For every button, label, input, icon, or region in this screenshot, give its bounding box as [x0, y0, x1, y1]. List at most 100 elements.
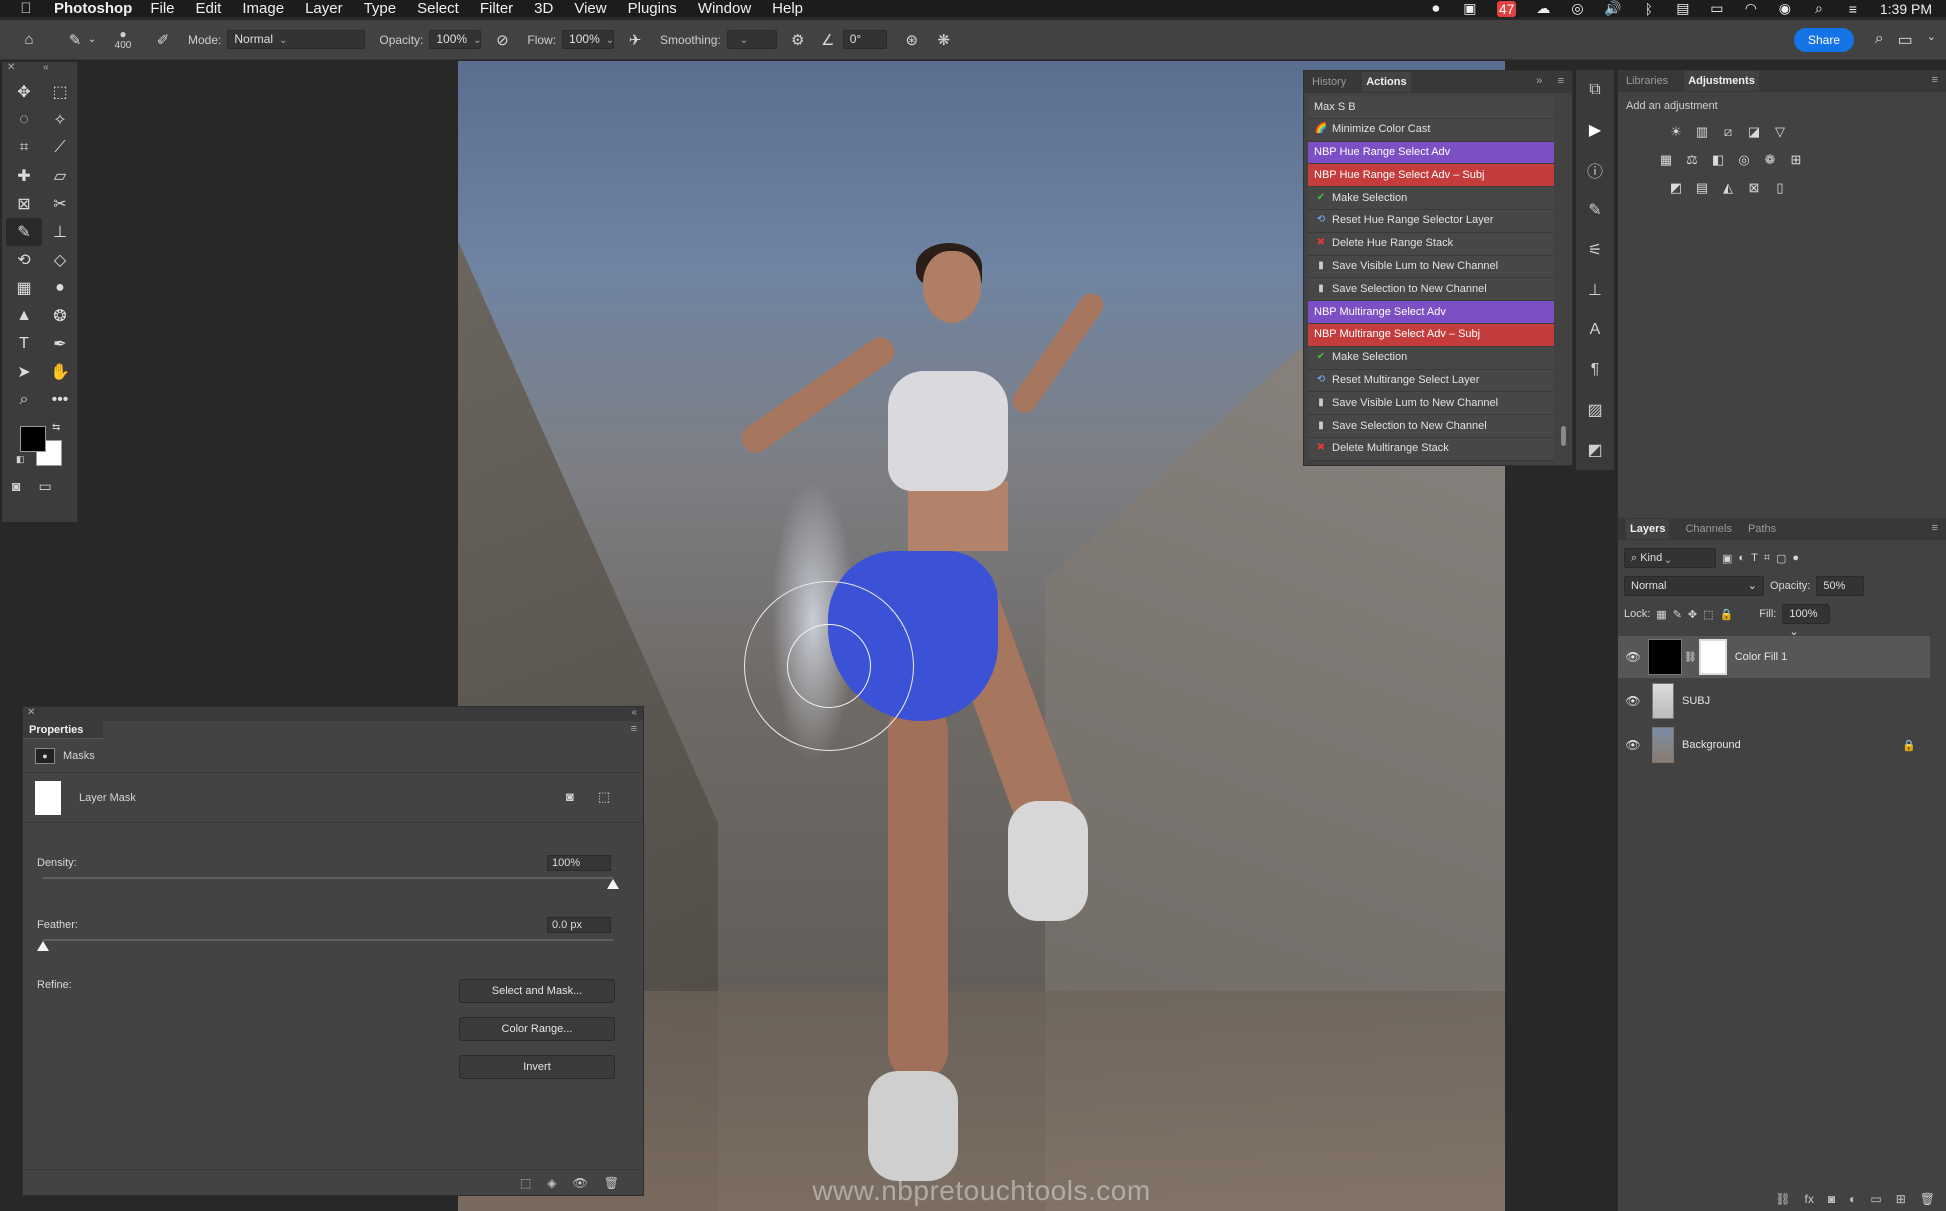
link-layers-icon[interactable]: ⛓ — [1775, 1192, 1790, 1206]
creative-cloud-icon[interactable]: 47 — [1496, 0, 1517, 17]
display-icon[interactable]: ▣ — [1463, 0, 1477, 17]
default-colors-icon[interactable]: ◧ — [16, 454, 25, 465]
channel-mixer-icon[interactable]: ❁ — [1760, 148, 1780, 172]
clone-stamp-icon[interactable]: ⊥ — [42, 218, 78, 246]
lasso-tool-icon[interactable]: ◌ — [6, 106, 42, 134]
action-item[interactable]: ▮ Save Selection to New Channel — [1308, 415, 1554, 438]
move-tool-icon[interactable]: ✥ — [6, 78, 42, 106]
record-icon[interactable]: ⏺ — [1429, 0, 1443, 17]
more-tools-icon[interactable]: ••• — [42, 386, 78, 414]
menu-image[interactable]: Image — [242, 0, 284, 17]
panel-menu-icon[interactable]: ≡ — [1932, 74, 1938, 86]
photo-filter-icon[interactable]: ◎ — [1734, 148, 1754, 172]
new-adjustment-icon[interactable]: ◐ — [1849, 1192, 1856, 1206]
action-item[interactable]: ✖ Delete Hue Range Stack — [1308, 232, 1554, 256]
menu-view[interactable]: View — [574, 0, 606, 17]
lock-transparent-icon[interactable]: ▦ — [1656, 608, 1666, 621]
keyboard-icon[interactable]: ▤ — [1676, 0, 1690, 17]
layer-row-subj[interactable]: 👁 SUBJ — [1618, 680, 1930, 722]
layer-filter-kind[interactable]: ⌕ Kind ⌄ — [1624, 548, 1716, 568]
chevron-down-icon[interactable]: ⌄ — [86, 34, 98, 45]
tab-adjustments[interactable]: Adjustments — [1684, 71, 1759, 91]
color-lookup-icon[interactable]: ⊞ — [1786, 148, 1806, 172]
tab-libraries[interactable]: Libraries — [1626, 75, 1668, 87]
action-item[interactable]: ⟲ Reset Hue Range Selector Layer — [1308, 209, 1554, 233]
paragraph-panel-icon[interactable]: ¶ — [1576, 350, 1614, 390]
menu-select[interactable]: Select — [417, 0, 459, 17]
filter-shape-icon[interactable]: ⌗ — [1764, 552, 1770, 565]
pressure-opacity-icon[interactable]: ⊘ — [491, 31, 513, 49]
blend-mode-select[interactable]: Normal ⌄ — [1624, 576, 1764, 596]
menu-filter[interactable]: Filter — [480, 0, 513, 17]
filter-toggle-icon[interactable]: ● — [1792, 552, 1799, 564]
threshold-icon[interactable]: ◭ — [1718, 176, 1738, 200]
menu-edit[interactable]: Edit — [196, 0, 222, 17]
patch-tool-icon[interactable]: ▱ — [42, 162, 78, 190]
layer-name[interactable]: Color Fill 1 — [1735, 651, 1788, 663]
properties-title[interactable]: Properties — [23, 721, 103, 739]
feather-slider-track[interactable] — [43, 939, 613, 941]
filter-pixel-icon[interactable]: ▣ — [1722, 552, 1732, 565]
airbrush-icon[interactable]: ✈ — [624, 31, 646, 49]
vibrance-icon[interactable]: ▽ — [1770, 120, 1790, 144]
swap-colors-icon[interactable]: ⇆ — [52, 422, 60, 433]
new-group-icon[interactable]: ▭ — [1870, 1192, 1881, 1206]
gradient-tool-icon[interactable]: ▦ — [6, 274, 42, 302]
eraser-icon[interactable]: ◇ — [42, 246, 78, 274]
menu-file[interactable]: File — [150, 0, 174, 17]
link-icon[interactable]: ⛓ — [1684, 652, 1697, 663]
action-item[interactable]: NBP Multirange Select Adv – Subj — [1308, 323, 1554, 347]
new-layer-icon[interactable]: ⊞ — [1896, 1192, 1906, 1206]
levels-icon[interactable]: ▥ — [1692, 120, 1712, 144]
brush-settings-panel-icon[interactable]: ⚟ — [1576, 230, 1614, 270]
home-icon[interactable]: ⌂ — [18, 31, 40, 48]
load-selection-icon[interactable]: ⬚ — [520, 1176, 531, 1190]
crop-tool-icon[interactable]: ⌗ — [6, 134, 42, 162]
panel-menu-icon[interactable]: ≡ — [631, 723, 637, 735]
layer-name[interactable]: Background — [1682, 739, 1741, 751]
toggle-mask-icon[interactable]: 👁 — [573, 1176, 588, 1190]
path-select-icon[interactable]: ➤ — [6, 358, 42, 386]
layer-fill-field[interactable]: 100% ⌄ — [1782, 604, 1831, 638]
smoothing-field[interactable] — [726, 30, 777, 49]
hand-tool-icon[interactable]: ✋ — [42, 358, 78, 386]
menu-layer[interactable]: Layer — [305, 0, 343, 17]
sync-icon[interactable]: ◎ — [1570, 0, 1584, 17]
menu-window[interactable]: Window — [698, 0, 751, 17]
lock-artboard-icon[interactable]: ⬚ — [1703, 608, 1713, 621]
layer-row-color-fill[interactable]: 👁 ⛓ Color Fill 1 — [1618, 636, 1930, 678]
tab-actions[interactable]: Actions — [1362, 72, 1411, 92]
filter-adjustment-icon[interactable]: ◐ — [1738, 552, 1745, 564]
share-button[interactable]: Share — [1793, 28, 1854, 52]
invert-icon[interactable]: ◩ — [1666, 176, 1686, 200]
foreground-color-swatch[interactable] — [20, 426, 46, 452]
cloud-icon[interactable]: ☁ — [1536, 0, 1550, 17]
select-and-mask-button[interactable]: Select and Mask... — [459, 979, 615, 1003]
info-icon[interactable]: ⓘ — [1576, 150, 1614, 190]
close-icon[interactable]: ✕ — [27, 707, 35, 718]
flow-field[interactable]: 100% — [562, 30, 615, 49]
toolbox-header[interactable]: ✕ « — [2, 62, 77, 78]
search-icon[interactable]: ⌕ — [1875, 30, 1884, 50]
battery-icon[interactable]: ▭ — [1710, 0, 1724, 17]
dodge-tool-icon[interactable]: ▲ — [6, 302, 42, 330]
menu-3d[interactable]: 3D — [534, 0, 553, 17]
layer-opacity-field[interactable]: 50% ⌄ — [1816, 576, 1865, 610]
apply-mask-icon[interactable]: ◈ — [547, 1176, 556, 1190]
action-item[interactable]: Max S B — [1308, 96, 1554, 119]
feather-slider-knob[interactable] — [37, 941, 49, 951]
layer-name[interactable]: SUBJ — [1682, 695, 1710, 707]
brush-tool-icon[interactable]: ✎ — [64, 31, 86, 49]
workspace-icon[interactable]: ▭ — [1898, 30, 1913, 50]
color-range-button[interactable]: Color Range... — [459, 1017, 615, 1041]
healing-brush-icon[interactable]: ✚ — [6, 162, 42, 190]
density-field[interactable]: 100% — [547, 855, 611, 871]
density-slider-track[interactable] — [43, 877, 613, 879]
curves-icon[interactable]: ⧄ — [1718, 120, 1738, 144]
sponge-icon[interactable]: ❂ — [42, 302, 78, 330]
eyedropper-icon[interactable]: ⟋ — [42, 134, 78, 162]
actions-panel-icon[interactable]: ▶ — [1576, 110, 1614, 150]
control-center-icon[interactable]: ≡ — [1846, 1, 1860, 17]
tab-layers[interactable]: Layers — [1626, 519, 1670, 539]
menu-type[interactable]: Type — [364, 0, 397, 17]
